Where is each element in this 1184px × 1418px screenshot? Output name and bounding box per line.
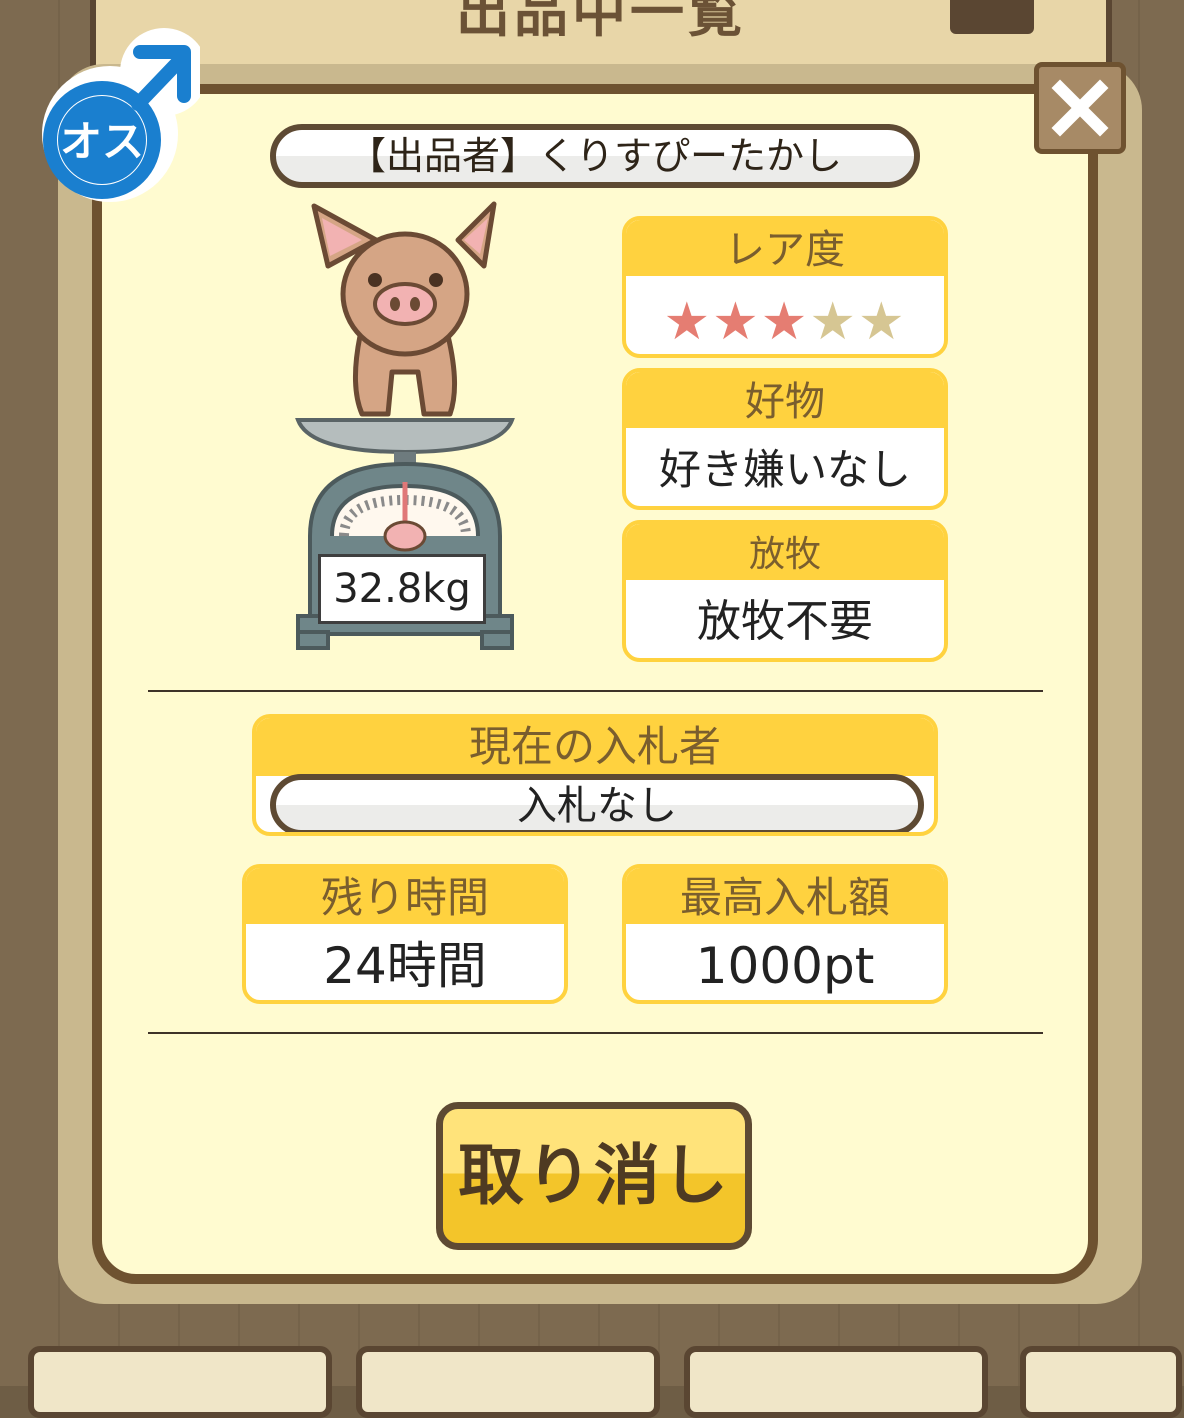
- close-button[interactable]: [1034, 62, 1126, 154]
- remaining-time-box: 残り時間 24時間: [242, 864, 568, 1004]
- grazing-label: 放牧: [626, 524, 944, 580]
- current-bidder-label: 現在の入札者: [256, 718, 934, 776]
- star-filled-icon: ★: [712, 292, 761, 352]
- close-icon: [1051, 79, 1109, 137]
- seller-name: 【出品者】くりすぴーたかし: [270, 124, 920, 188]
- gender-label: オス: [60, 117, 144, 166]
- max-bid-box: 最高入札額 1000pt: [622, 864, 948, 1004]
- grazing-value: 放牧不要: [697, 596, 873, 647]
- star-empty-icon: ★: [857, 292, 907, 352]
- background-tab-1: [28, 1346, 332, 1418]
- divider-top: [148, 690, 1043, 692]
- star-filled-icon: ★: [663, 292, 713, 352]
- cancel-listing-button[interactable]: 取り消し: [436, 1102, 752, 1250]
- background-tab-4: [1020, 1346, 1182, 1418]
- remaining-time-label: 残り時間: [246, 868, 564, 924]
- current-bidder-box: 現在の入札者 入札なし: [252, 714, 938, 836]
- male-symbol-icon: オス: [42, 28, 208, 202]
- max-bid-label: 最高入札額: [626, 868, 944, 924]
- rarity-label: レア度: [626, 220, 944, 276]
- favorite-food-value: 好き嫌いなし: [658, 445, 911, 494]
- gender-badge: オス: [20, 22, 208, 202]
- weight-value: 32.8kg: [318, 554, 486, 624]
- background-tab-2: [356, 1346, 660, 1418]
- grazing-box: 放牧 放牧不要: [622, 520, 948, 662]
- divider-bottom: [148, 1032, 1043, 1034]
- favorite-food-box: 好物 好き嫌いなし: [622, 368, 948, 510]
- star-empty-icon: ★: [809, 292, 858, 352]
- background-tab-3: [684, 1346, 988, 1418]
- favorite-food-label: 好物: [626, 372, 944, 428]
- remaining-time-value: 24時間: [323, 937, 487, 995]
- max-bid-value: 1000pt: [695, 937, 875, 995]
- current-bidder-value: 入札なし: [270, 774, 924, 832]
- background-close-button: [950, 0, 1034, 34]
- star-filled-icon: ★: [760, 292, 810, 352]
- rarity-stars: ★★★★★: [626, 276, 944, 354]
- rarity-box: レア度 ★★★★★: [622, 216, 948, 358]
